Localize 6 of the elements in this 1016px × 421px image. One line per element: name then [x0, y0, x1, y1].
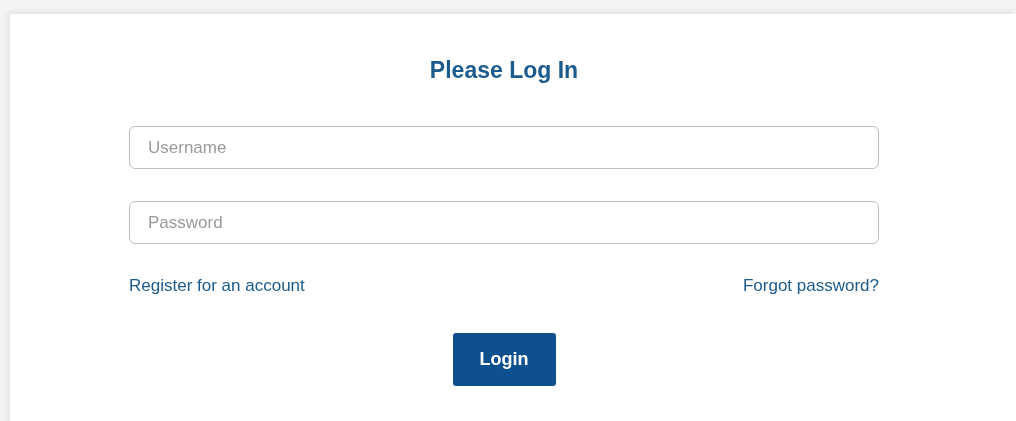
username-field[interactable]: Username — [129, 126, 879, 169]
login-button[interactable]: Login — [452, 333, 556, 386]
register-link[interactable]: Register for an account — [129, 276, 305, 296]
page-title: Please Log In — [428, 56, 580, 85]
password-field[interactable]: Password — [129, 201, 879, 244]
forgot-password-link[interactable]: Forgot password? — [742, 276, 879, 296]
